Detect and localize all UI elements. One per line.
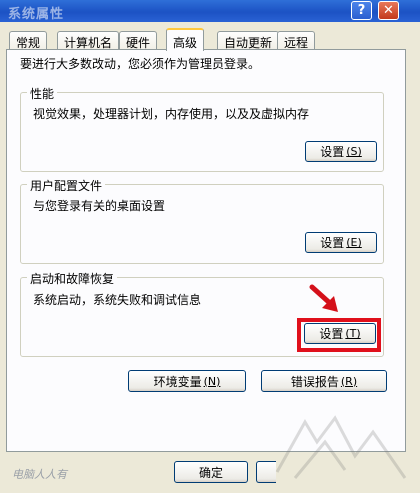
help-button[interactable]: ? <box>351 1 372 20</box>
user-profiles-description: 与您登录有关的桌面设置 <box>33 199 166 213</box>
tab-general[interactable]: 常规 <box>9 31 48 50</box>
tab-automatic-updates[interactable]: 自动更新 <box>217 31 280 50</box>
user-profiles-settings-label: 设置 <box>320 236 345 250</box>
error-reporting-label: 错误报告 <box>290 374 339 389</box>
performance-settings-button[interactable]: 设置 (S) <box>305 141 377 162</box>
performance-settings-key: (S) <box>346 145 362 158</box>
environment-variables-key: (N) <box>203 374 221 388</box>
user-profiles-settings-key: (E) <box>346 236 362 249</box>
tab-remote[interactable]: 远程 <box>277 31 316 50</box>
error-reporting-key: (R) <box>340 374 358 388</box>
ok-label: 确定 <box>198 465 223 480</box>
pointer-arrow-icon <box>309 284 338 312</box>
title-bar: 系统属性 ? ✕ <box>0 0 420 22</box>
performance-group: 性能 视觉效果，处理器计划，内存使用，以及及虚拟内存 设置 (S) <box>20 85 384 172</box>
performance-settings-label: 设置 <box>320 145 345 159</box>
environment-variables-label: 环境变量 <box>153 374 202 389</box>
environment-variables-button[interactable]: 环境变量 (N) <box>128 370 246 392</box>
user-profiles-group: 用户配置文件 与您登录有关的桌面设置 设置 (E) <box>20 177 384 264</box>
user-profiles-title: 用户配置文件 <box>27 177 106 194</box>
footer-logo: 电脑人人有 <box>12 468 67 481</box>
user-profiles-settings-button[interactable]: 设置 (E) <box>305 232 377 253</box>
tab-computer-name[interactable]: 计算机名 <box>57 31 120 50</box>
startup-recovery-title: 启动和故障恢复 <box>27 270 118 287</box>
performance-title: 性能 <box>27 85 58 102</box>
performance-description: 视觉效果，处理器计划，内存使用，以及及虚拟内存 <box>33 107 310 121</box>
watermark-logo <box>275 415 407 479</box>
highlight-box <box>297 318 381 352</box>
startup-recovery-description: 系统启动，系统失败和调试信息 <box>33 293 202 307</box>
ok-button[interactable]: 确定 <box>174 461 248 483</box>
tab-advanced[interactable]: 高级 <box>166 28 205 51</box>
window-title: 系统属性 <box>8 7 65 22</box>
tab-hardware[interactable]: 硬件 <box>119 31 158 50</box>
error-reporting-button[interactable]: 错误报告 (R) <box>261 370 387 392</box>
admin-notice: 要进行大多数改动，您必须作为管理员登录。 <box>20 57 261 71</box>
close-button[interactable]: ✕ <box>378 1 399 20</box>
